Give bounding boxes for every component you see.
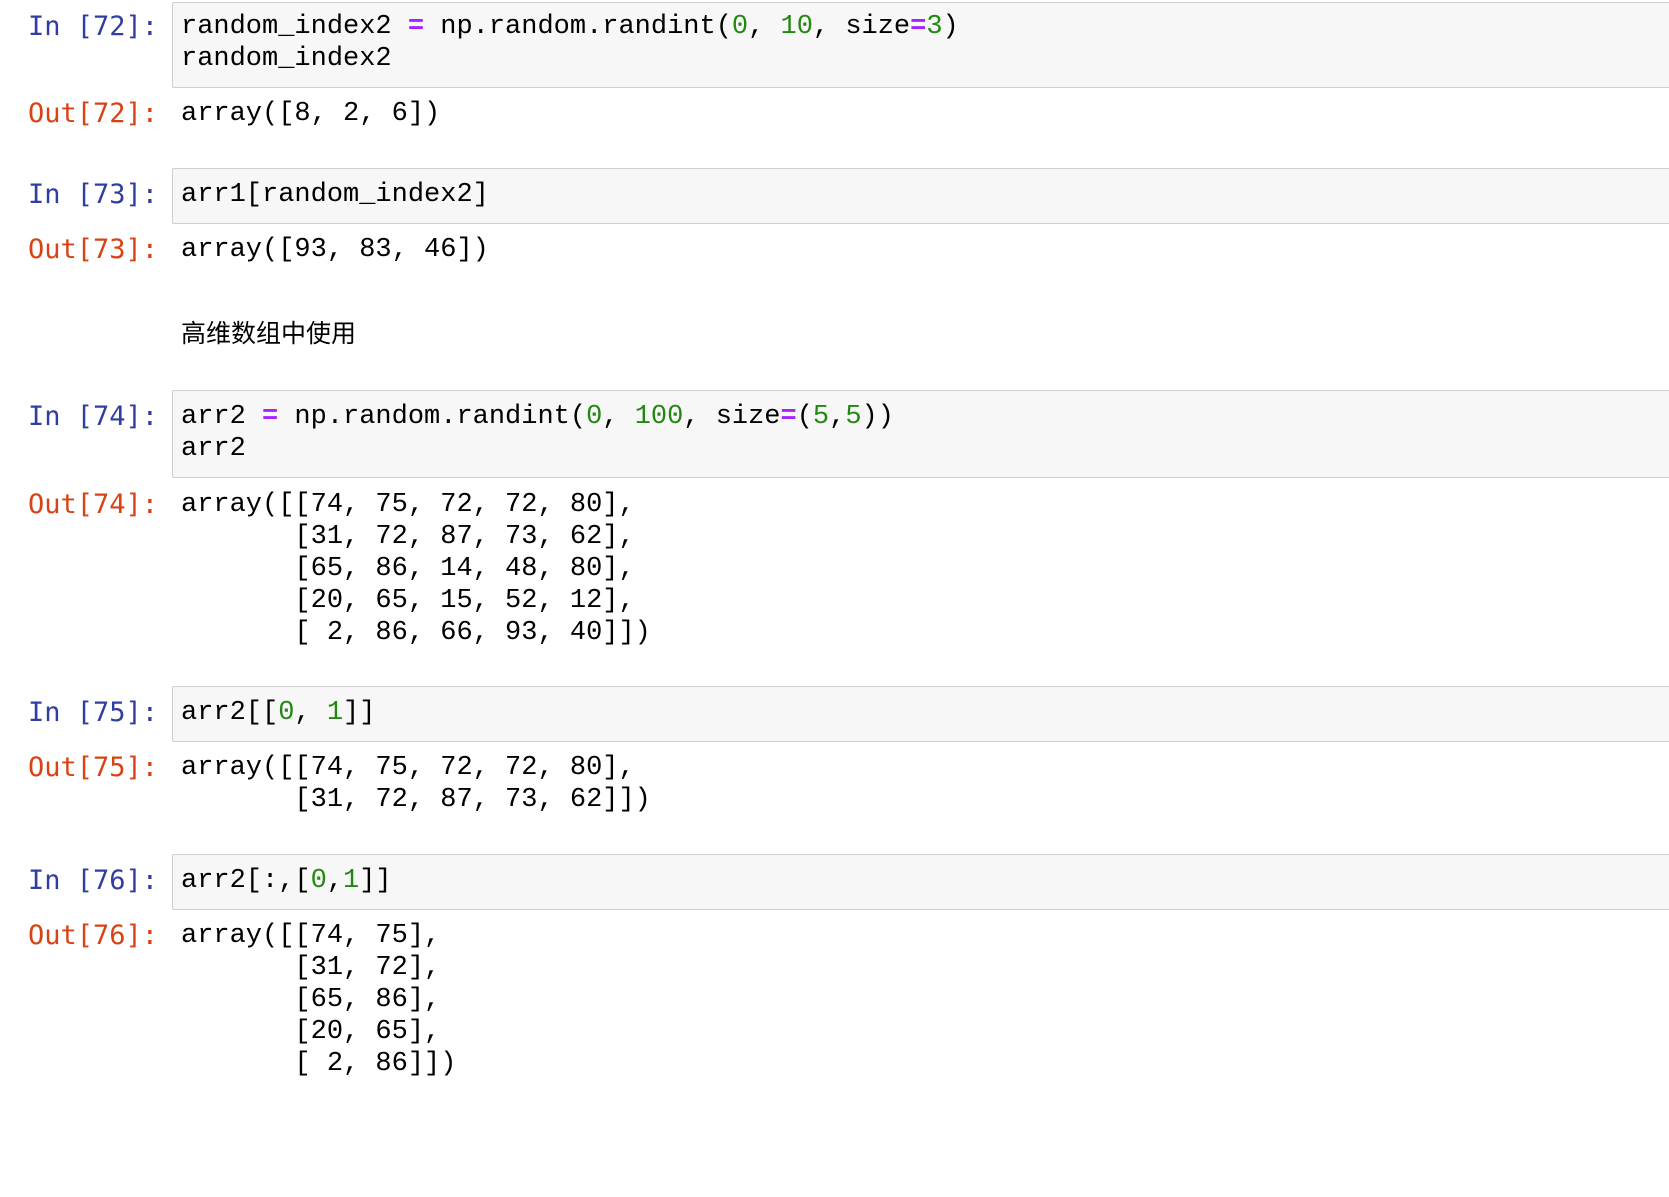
number-token: 0 <box>731 12 749 42</box>
notebook: In [72]: random_index2 = np.random.randi… <box>0 0 1669 1197</box>
code-token: )) <box>861 402 894 432</box>
in-prompt-74: In [74]: <box>27 401 158 432</box>
code-token: , <box>602 402 635 432</box>
output-line: [20, 65], <box>181 1017 441 1047</box>
number-token: 1 <box>343 866 360 896</box>
output-line: [31, 72, 87, 73, 62]]) <box>181 785 651 815</box>
code-token: random_index2 <box>181 12 408 42</box>
code-token: , <box>294 698 327 728</box>
in-prompt-72: In [72]: <box>27 11 158 42</box>
number-token: 100 <box>634 402 684 432</box>
operator-token: = <box>407 12 425 42</box>
output-75: array([[74, 75, 72, 72, 80], [31, 72, 87… <box>181 752 651 816</box>
code-token: np.random.randint( <box>424 12 732 42</box>
output-74: array([[74, 75, 72, 72, 80], [31, 72, 87… <box>181 489 651 649</box>
code-token: ]] <box>359 866 392 896</box>
code-input-73[interactable]: arr1[random_index2] <box>181 179 489 211</box>
number-token: 0 <box>278 698 295 728</box>
markdown-text: 高维数组中使用 <box>181 319 357 348</box>
out-prompt-75: Out[75]: <box>27 752 158 783</box>
number-token: 5 <box>812 402 830 432</box>
output-line: [31, 72], <box>181 953 441 983</box>
output-line: [ 2, 86, 66, 93, 40]]) <box>181 618 651 648</box>
operator-token: = <box>910 12 927 42</box>
number-token: 5 <box>845 402 862 432</box>
operator-token: = <box>262 402 279 432</box>
output-line: array([[74, 75, 72, 72, 80], <box>181 490 635 520</box>
code-token: ) <box>942 12 959 42</box>
output-line: array([[74, 75], <box>181 921 441 951</box>
code-input-76[interactable]: arr2[:,[0,1]] <box>181 865 392 897</box>
code-line: random_index2 <box>181 44 392 74</box>
number-token: 10 <box>780 12 813 42</box>
output-72: array([8, 2, 6]) <box>181 99 441 129</box>
output-76: array([[74, 75], [31, 72], [65, 86], [20… <box>181 920 456 1080</box>
code-token: , <box>748 12 781 42</box>
output-line: [ 2, 86]]) <box>181 1049 457 1079</box>
code-token: arr2[:,[ <box>181 866 311 896</box>
output-line: [31, 72, 87, 73, 62], <box>181 522 635 552</box>
code-line: arr2 <box>181 434 246 464</box>
output-line: [20, 65, 15, 52, 12], <box>181 586 635 616</box>
number-token: 0 <box>586 402 603 432</box>
in-prompt-75: In [75]: <box>27 697 158 728</box>
number-token: 3 <box>926 12 943 42</box>
code-input-72[interactable]: random_index2 = np.random.randint(0, 10,… <box>181 11 959 75</box>
out-prompt-73: Out[73]: <box>27 234 158 265</box>
number-token: 0 <box>310 866 327 896</box>
output-line: [65, 86], <box>181 985 441 1015</box>
output-73: array([93, 83, 46]) <box>181 235 489 265</box>
code-cell-76[interactable] <box>172 854 1669 910</box>
code-input-75[interactable]: arr2[[0, 1]] <box>181 697 375 729</box>
code-token: np.random.randint( <box>278 402 587 432</box>
code-token: , <box>326 866 344 896</box>
in-prompt-73: In [73]: <box>27 179 158 210</box>
code-token: arr2[[ <box>181 698 279 728</box>
output-line: array([[74, 75, 72, 72, 80], <box>181 753 635 783</box>
code-token: ( <box>796 402 813 432</box>
code-token: , size <box>683 402 781 432</box>
number-token: 1 <box>326 698 344 728</box>
in-prompt-76: In [76]: <box>27 865 158 896</box>
operator-token: = <box>780 402 797 432</box>
out-prompt-72: Out[72]: <box>27 98 158 129</box>
code-token: arr2 <box>181 402 263 432</box>
code-token: , <box>829 402 846 432</box>
code-token: ]] <box>343 698 376 728</box>
code-input-74[interactable]: arr2 = np.random.randint(0, 100, size=(5… <box>181 401 894 465</box>
code-cell-75[interactable] <box>172 686 1669 742</box>
code-token: , size <box>812 12 911 42</box>
output-line: [65, 86, 14, 48, 80], <box>181 554 635 584</box>
out-prompt-74: Out[74]: <box>27 489 158 520</box>
out-prompt-76: Out[76]: <box>27 920 158 951</box>
